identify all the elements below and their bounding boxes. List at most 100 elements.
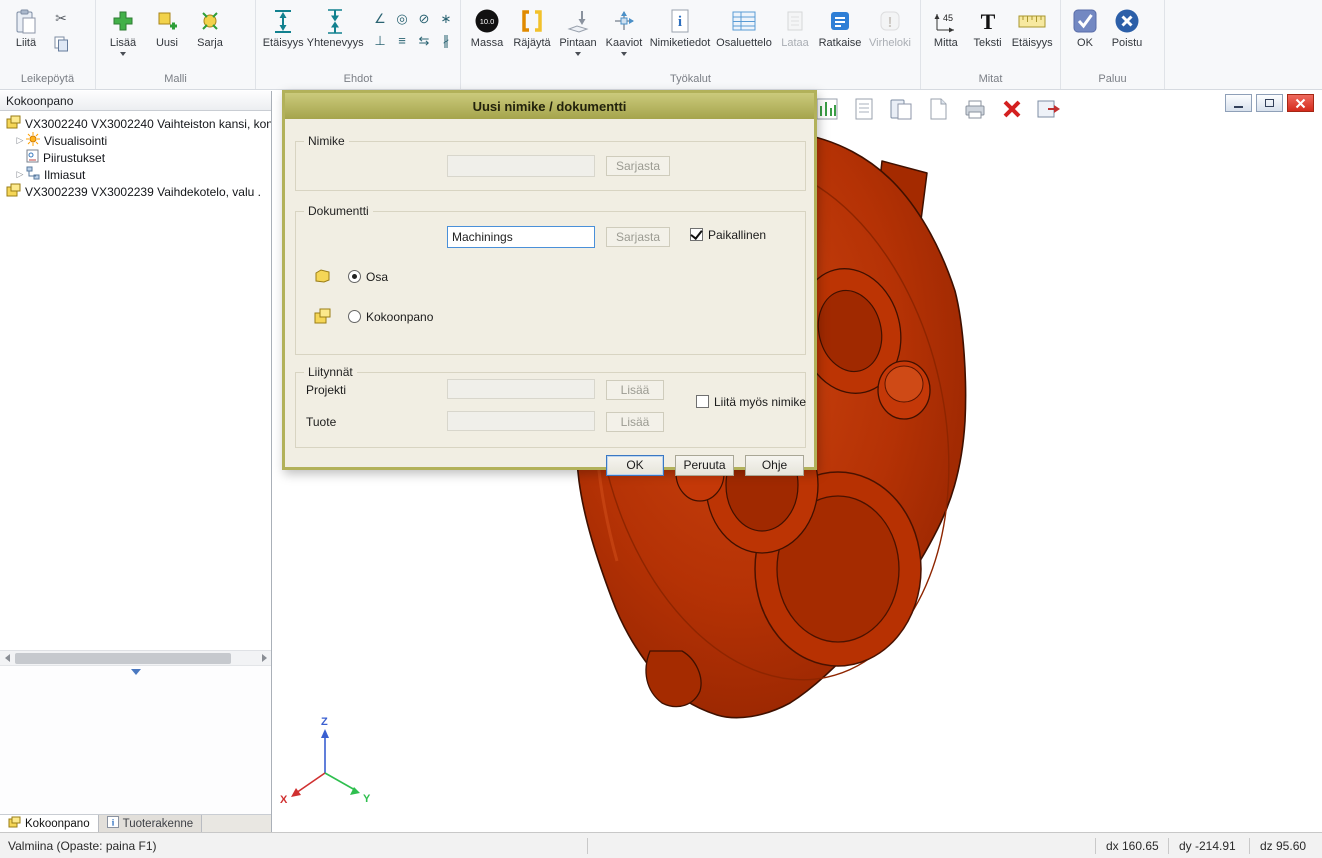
sheet-icon[interactable] <box>849 95 879 123</box>
close-icon <box>1295 98 1306 109</box>
text-button[interactable]: T Teksti <box>967 3 1009 49</box>
coordinate-triad: Z X Y <box>280 716 371 806</box>
lower-pane <box>0 665 271 814</box>
angle-constraint-icon: ∠ <box>374 11 386 27</box>
item-info-button[interactable]: i Nimiketiedot <box>647 3 713 49</box>
new-button[interactable]: Uusi <box>146 3 188 49</box>
dialog-help-button[interactable]: Ohje <box>745 455 804 476</box>
product-add-button: Lisää <box>606 412 664 432</box>
tab-tuoterakenne[interactable]: i Tuoterakenne <box>99 815 203 832</box>
distance-constraint-button[interactable]: Etäisyys <box>260 3 306 49</box>
project-input <box>447 379 595 399</box>
ok-ribbon-button[interactable]: OK <box>1065 3 1105 49</box>
exit-button[interactable]: Poistu <box>1105 3 1149 49</box>
symmetry-constraint-button[interactable]: ∗ <box>436 9 456 28</box>
load-icon <box>784 5 806 37</box>
document-name-input[interactable] <box>447 226 595 248</box>
tree-horizontal-scrollbar[interactable] <box>0 650 271 665</box>
coincidence-constraint-label: Yhtenevyys <box>307 37 364 49</box>
explode-button[interactable]: Räjäytä <box>509 3 555 49</box>
paste-label: Liitä <box>16 37 36 49</box>
tree-item-drawings[interactable]: Piirustukset <box>0 149 271 166</box>
swap-constraint-button[interactable]: ⇆ <box>414 31 434 50</box>
schematics-button[interactable]: Kaaviot <box>601 3 647 56</box>
text-label: Teksti <box>973 37 1001 49</box>
error-log-icon: ! <box>878 5 902 37</box>
close-button[interactable] <box>1287 94 1314 112</box>
ribbon: Liitä ✂ Leikepöytä Lisää <box>0 0 1322 90</box>
svg-text:!: ! <box>888 14 893 31</box>
link-item-checkbox-label: Liitä myös nimike <box>714 395 806 409</box>
part-node-icon <box>6 183 21 200</box>
tree-item-part[interactable]: VX3002239 VX3002239 Vaihdekotelo, valu . <box>0 183 271 200</box>
paste-button[interactable]: Liitä <box>4 3 48 49</box>
minimize-icon <box>1234 106 1243 108</box>
cut-button[interactable]: ✂ <box>50 7 72 29</box>
add-button[interactable]: Lisää <box>100 3 146 56</box>
dialog-ok-button[interactable]: OK <box>606 455 664 476</box>
tangent-constraint-button[interactable]: ⊘ <box>414 9 434 28</box>
export-icon[interactable] <box>1034 95 1064 123</box>
to-surface-dropdown-arrow[interactable] <box>575 52 581 56</box>
series-button[interactable]: Sarja <box>188 3 232 49</box>
part-radio-label: Osa <box>366 270 388 284</box>
local-checkbox-label: Paikallinen <box>708 228 766 242</box>
svg-text:i: i <box>678 14 682 30</box>
status-message: Valmiina (Opaste: paina F1) <box>0 839 157 853</box>
status-dy: dy -214.91 <box>1169 839 1249 853</box>
expander-icon[interactable]: ▷ <box>14 135 26 146</box>
assembly-type-icon <box>314 308 331 327</box>
print-icon[interactable] <box>960 95 990 123</box>
link-item-checkbox[interactable] <box>696 395 709 408</box>
dialog-title: Uusi nimike / dokumentti <box>473 99 627 114</box>
minimize-button[interactable] <box>1225 94 1252 112</box>
exit-icon <box>1114 5 1140 37</box>
dialog-titlebar[interactable]: Uusi nimike / dokumentti <box>285 93 814 119</box>
scroll-right-arrow[interactable] <box>257 651 271 666</box>
concentric-constraint-button[interactable]: ◎ <box>392 9 412 28</box>
distance-constraint-label: Etäisyys <box>263 37 304 49</box>
page-curl-icon[interactable] <box>923 95 953 123</box>
local-checkbox[interactable] <box>690 228 703 241</box>
expander-icon[interactable]: ▷ <box>14 169 26 180</box>
tree-item-assembly-root[interactable]: VX3002240 VX3002240 Vaihteiston kansi, k… <box>0 115 271 132</box>
schematics-dropdown-arrow[interactable] <box>621 52 627 56</box>
add-dropdown-arrow[interactable] <box>120 52 126 56</box>
tree-item-visualization[interactable]: ▷ Visualisointi <box>0 132 271 149</box>
scroll-left-arrow[interactable] <box>0 651 14 666</box>
part-radio[interactable] <box>348 270 361 283</box>
tab-kokoonpano[interactable]: Kokoonpano <box>0 815 99 832</box>
parts-list-button[interactable]: Osaluettelo <box>713 3 775 49</box>
tree-item-representations[interactable]: ▷ Ilmiasut <box>0 166 271 183</box>
paste-page-icon[interactable] <box>886 95 916 123</box>
delete-icon[interactable] <box>997 95 1027 123</box>
distance-measure-button[interactable]: Etäisyys <box>1008 3 1056 49</box>
scrollbar-thumb[interactable] <box>15 653 231 664</box>
assembly-tree: VX3002240 VX3002240 Vaihteiston kansi, k… <box>0 111 271 200</box>
paste-icon <box>15 5 37 37</box>
text-icon: T <box>977 5 999 37</box>
copy-button[interactable] <box>50 34 72 56</box>
mass-button[interactable]: 10.0 Massa <box>465 3 509 49</box>
solve-button[interactable]: Ratkaise <box>815 3 865 49</box>
visualization-icon <box>26 132 40 149</box>
angle-constraint-button[interactable]: ∠ <box>370 9 390 28</box>
product-label: Tuote <box>306 415 336 429</box>
copy-icon <box>53 35 70 55</box>
pane-splitter[interactable] <box>124 668 148 675</box>
to-surface-button[interactable]: Pintaan <box>555 3 601 56</box>
window-controls <box>1225 94 1314 112</box>
measure-button[interactable]: 45 Mitta <box>925 3 967 49</box>
parallel-constraint-button[interactable]: ≡ <box>392 31 412 50</box>
maximize-button[interactable] <box>1256 94 1283 112</box>
assembly-radio[interactable] <box>348 310 361 323</box>
unparallel-constraint-button[interactable]: ∦ <box>436 31 456 50</box>
coincidence-constraint-button[interactable]: Yhtenevyys <box>306 3 364 49</box>
dialog-cancel-button[interactable]: Peruuta <box>675 455 734 476</box>
status-dz: dz 95.60 <box>1250 839 1322 853</box>
ribbon-group-tools: 10.0 Massa Räjäytä Pintaan <box>461 0 921 89</box>
tree-item-label: Visualisointi <box>44 134 107 148</box>
load-button: Lataa <box>775 3 815 49</box>
item-info-icon: i <box>669 5 691 37</box>
perpendicular-constraint-button[interactable]: ⊥ <box>370 31 390 50</box>
